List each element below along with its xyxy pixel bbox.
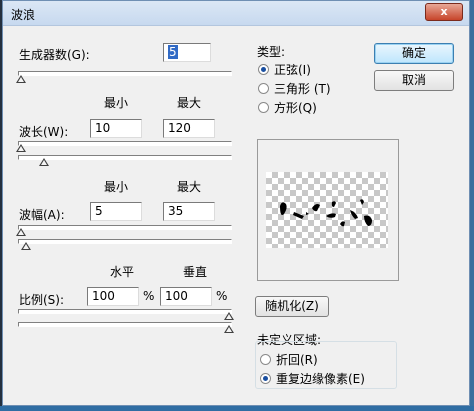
scale-horizontal-header: 水平 <box>110 265 135 279</box>
wavelength-min-header: 最小 <box>104 96 129 110</box>
wavelength-min-input[interactable]: 10 <box>90 119 142 138</box>
scale-label: 比例(S): <box>19 293 65 307</box>
scale-vertical-header: 垂直 <box>183 265 208 279</box>
scale-horizontal-slider-thumb[interactable] <box>224 312 234 320</box>
scale-vertical-input[interactable]: 100 <box>160 287 212 306</box>
scale-vertical-unit: % <box>216 289 228 303</box>
wavelength-max-slider-track[interactable] <box>18 155 232 160</box>
wrap-around-radio[interactable] <box>260 354 271 365</box>
wavelength-max-slider-thumb[interactable] <box>39 158 49 166</box>
ok-button[interactable]: 确定 <box>374 43 454 64</box>
generators-value: 5 <box>168 45 178 59</box>
generators-input[interactable]: 5 <box>163 43 211 62</box>
type-sine-radio[interactable] <box>258 64 269 75</box>
wavelength-max-input[interactable]: 120 <box>163 119 215 138</box>
wave-dialog: 波浪 x 生成器数(G): 5 最小 最大 波长(W): 10 120 最小 最… <box>2 0 470 406</box>
type-square-radio[interactable] <box>258 102 269 113</box>
scale-horizontal-input[interactable]: 100 <box>87 287 139 306</box>
amplitude-min-slider-track[interactable] <box>18 225 232 230</box>
amplitude-max-slider-track[interactable] <box>18 239 232 244</box>
type-group-title: 类型: <box>257 45 286 59</box>
type-sine-label: 正弦(I) <box>274 63 311 77</box>
amplitude-max-header: 最大 <box>177 180 202 194</box>
randomize-button[interactable]: 随机化(Z) <box>255 296 329 317</box>
amplitude-min-header: 最小 <box>104 180 129 194</box>
generators-slider-track[interactable] <box>18 71 232 76</box>
amplitude-min-input[interactable]: 5 <box>90 202 142 221</box>
wrap-around-label: 折回(R) <box>276 353 318 367</box>
wavelength-min-slider-track[interactable] <box>18 141 232 146</box>
scale-horizontal-unit: % <box>143 289 155 303</box>
title-bar[interactable]: 波浪 x <box>3 1 469 26</box>
taskbar-strip <box>0 406 474 411</box>
repeat-edge-pixels-label: 重复边缘像素(E) <box>276 372 365 386</box>
wavelength-min-slider-thumb[interactable] <box>16 144 26 152</box>
amplitude-max-slider-thumb[interactable] <box>21 242 31 250</box>
cancel-button[interactable]: 取消 <box>374 70 454 91</box>
generators-label: 生成器数(G): <box>19 48 90 62</box>
type-square-label: 方形(Q) <box>274 101 317 115</box>
close-icon: x <box>440 5 448 18</box>
amplitude-label: 波幅(A): <box>19 208 65 222</box>
type-triangle-label: 三角形 (T) <box>274 82 331 96</box>
scale-vertical-slider-track[interactable] <box>18 322 232 327</box>
wavelength-max-header: 最大 <box>177 96 202 110</box>
amplitude-max-input[interactable]: 35 <box>163 202 215 221</box>
dialog-title: 波浪 <box>11 8 36 22</box>
type-triangle-radio[interactable] <box>258 83 269 94</box>
wave-preview <box>257 139 399 281</box>
amplitude-min-slider-thumb[interactable] <box>16 228 26 236</box>
wavelength-label: 波长(W): <box>19 125 69 139</box>
repeat-edge-pixels-radio[interactable] <box>260 373 271 384</box>
scale-vertical-slider-thumb[interactable] <box>224 325 234 333</box>
generators-slider-thumb[interactable] <box>16 75 26 83</box>
preview-wave-shapes <box>280 199 372 227</box>
close-button[interactable]: x <box>425 3 463 21</box>
scale-horizontal-slider-track[interactable] <box>18 309 232 314</box>
